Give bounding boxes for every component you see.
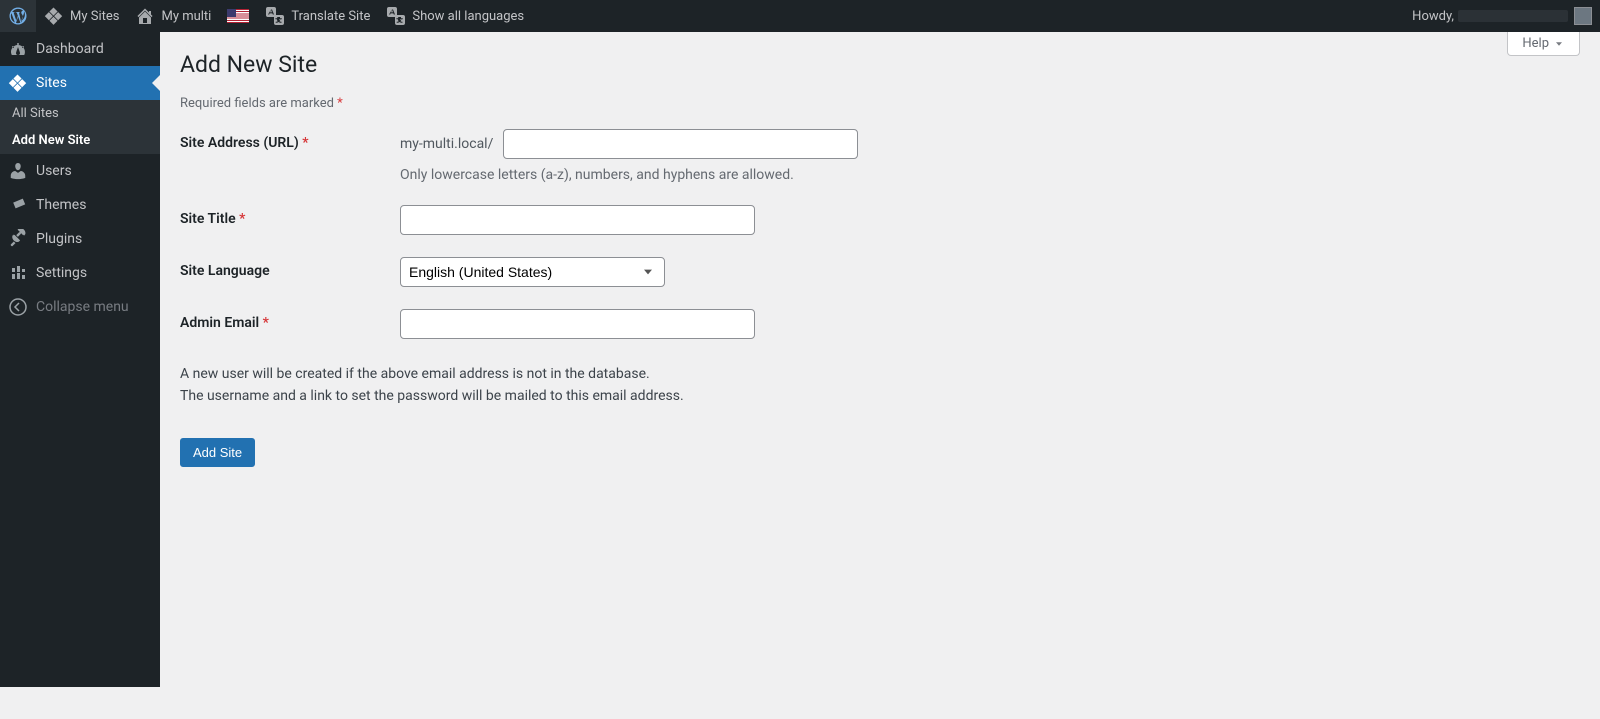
- my-sites-label: My Sites: [70, 9, 119, 24]
- translate-site-link[interactable]: Translate Site: [257, 0, 378, 32]
- site-address-prefix: my-multi.local/: [400, 136, 493, 152]
- current-site-label: My multi: [161, 9, 211, 24]
- menu-settings-label: Settings: [36, 265, 87, 281]
- menu-dashboard-label: Dashboard: [36, 41, 104, 57]
- menu-sites[interactable]: Sites: [0, 66, 160, 100]
- translate-site-label: Translate Site: [291, 9, 370, 24]
- wordpress-icon: [8, 6, 28, 26]
- admin-email-label: Admin Email *: [180, 309, 400, 331]
- menu-dashboard[interactable]: Dashboard: [0, 32, 160, 66]
- show-all-languages-link[interactable]: Show all languages: [378, 0, 532, 32]
- menu-collapse[interactable]: Collapse menu: [0, 290, 160, 324]
- my-sites-link[interactable]: My Sites: [36, 0, 127, 32]
- admin-email-info: A new user will be created if the above …: [180, 363, 1580, 408]
- admin-email-input[interactable]: [400, 309, 755, 339]
- current-site-link[interactable]: My multi: [127, 0, 219, 32]
- chevron-down-icon: [1553, 38, 1565, 50]
- wp-logo[interactable]: [0, 0, 36, 32]
- admin-sidebar: Dashboard Sites All Sites Add New Site U…: [0, 32, 160, 687]
- language-flag[interactable]: [219, 0, 257, 32]
- avatar-icon: [1574, 7, 1592, 25]
- plugins-icon: [8, 229, 28, 249]
- page-title: Add New Site: [180, 42, 1580, 82]
- menu-themes[interactable]: Themes: [0, 188, 160, 222]
- site-address-desc: Only lowercase letters (a-z), numbers, a…: [400, 167, 1580, 183]
- translate-icon: [265, 6, 285, 26]
- add-site-form: Site Address (URL) * my-multi.local/ Onl…: [180, 129, 1580, 339]
- site-language-select[interactable]: English (United States): [400, 257, 665, 287]
- user-display-name: [1458, 10, 1568, 22]
- admin-bar: My Sites My multi Translate Site Show al…: [0, 0, 1600, 32]
- site-title-input[interactable]: [400, 205, 755, 235]
- themes-icon: [8, 195, 28, 215]
- site-title-label: Site Title *: [180, 205, 400, 227]
- help-tab[interactable]: Help: [1507, 32, 1580, 56]
- us-flag-icon: [227, 9, 249, 23]
- multisite-icon: [44, 6, 64, 26]
- sites-icon: [8, 73, 28, 93]
- collapse-icon: [8, 297, 28, 317]
- help-label: Help: [1522, 36, 1549, 51]
- dashboard-icon: [8, 39, 28, 59]
- submenu-all-sites[interactable]: All Sites: [0, 100, 160, 127]
- add-site-button[interactable]: Add Site: [180, 438, 255, 467]
- menu-users-label: Users: [36, 163, 72, 179]
- menu-sites-label: Sites: [36, 75, 67, 91]
- menu-plugins-label: Plugins: [36, 231, 82, 247]
- translate-alt-icon: [386, 6, 406, 26]
- users-icon: [8, 161, 28, 181]
- required-note: Required fields are marked *: [180, 96, 1580, 111]
- menu-users[interactable]: Users: [0, 154, 160, 188]
- show-all-languages-label: Show all languages: [412, 9, 524, 24]
- menu-sites-submenu: All Sites Add New Site: [0, 100, 160, 154]
- site-address-label: Site Address (URL) *: [180, 129, 400, 151]
- menu-collapse-label: Collapse menu: [36, 299, 129, 315]
- submenu-add-new-site[interactable]: Add New Site: [0, 127, 160, 154]
- menu-plugins[interactable]: Plugins: [0, 222, 160, 256]
- howdy-text: Howdy,: [1412, 9, 1454, 24]
- account-area[interactable]: Howdy,: [1412, 0, 1600, 32]
- settings-icon: [8, 263, 28, 283]
- site-address-input[interactable]: [503, 129, 858, 159]
- menu-themes-label: Themes: [36, 197, 86, 213]
- home-icon: [135, 6, 155, 26]
- site-language-label: Site Language: [180, 257, 400, 279]
- menu-settings[interactable]: Settings: [0, 256, 160, 290]
